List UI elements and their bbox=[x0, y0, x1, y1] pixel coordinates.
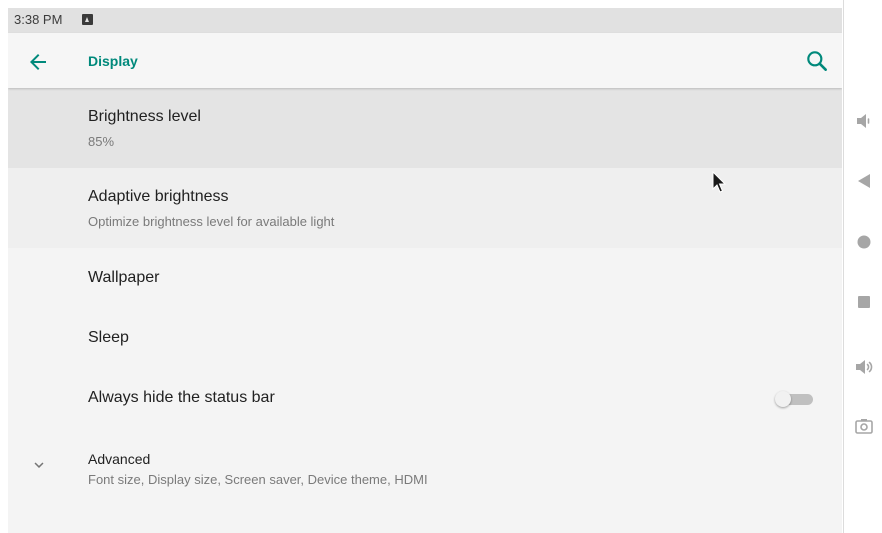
page-title: Display bbox=[88, 53, 138, 69]
volume-up-icon[interactable] bbox=[852, 355, 876, 379]
back-arrow-icon[interactable] bbox=[26, 50, 50, 74]
setting-title: Advanced bbox=[88, 451, 151, 467]
setting-brightness-level[interactable]: Brightness level 85% bbox=[8, 88, 842, 168]
recents-square-icon[interactable] bbox=[852, 290, 876, 314]
chevron-down-icon bbox=[30, 456, 48, 474]
setting-title: Brightness level bbox=[88, 108, 201, 125]
setting-summary: Font size, Display size, Screen saver, D… bbox=[88, 472, 428, 487]
toggle-thumb bbox=[775, 391, 791, 407]
settings-list: Brightness level 85% Adaptive brightness… bbox=[8, 88, 842, 508]
back-triangle-icon[interactable] bbox=[852, 169, 876, 193]
volume-down-icon[interactable] bbox=[852, 109, 876, 133]
setting-title: Adaptive brightness bbox=[88, 188, 229, 205]
setting-title: Sleep bbox=[88, 329, 129, 346]
hide-status-bar-toggle[interactable] bbox=[775, 391, 817, 407]
status-time: 3:38 PM bbox=[14, 12, 63, 27]
search-icon[interactable] bbox=[804, 48, 830, 74]
status-bar: 3:38 PM bbox=[8, 8, 842, 33]
setting-sleep[interactable]: Sleep bbox=[8, 308, 842, 368]
home-circle-icon[interactable] bbox=[852, 230, 876, 254]
setting-advanced[interactable]: Advanced Font size, Display size, Screen… bbox=[8, 428, 842, 508]
mouse-pointer-icon bbox=[712, 170, 728, 195]
device-screen: 3:38 PM Display Brightness level 85% Ada… bbox=[8, 8, 842, 533]
setting-summary: Optimize brightness level for available … bbox=[88, 214, 335, 229]
setting-wallpaper[interactable]: Wallpaper bbox=[8, 248, 842, 308]
setting-title: Always hide the status bar bbox=[88, 389, 275, 406]
setting-hide-status-bar[interactable]: Always hide the status bar bbox=[8, 368, 842, 428]
setting-summary: 85% bbox=[88, 134, 115, 149]
app-bar: Display bbox=[8, 33, 842, 88]
setting-title: Wallpaper bbox=[88, 269, 160, 286]
camera-icon[interactable] bbox=[852, 414, 876, 438]
emulator-side-bar bbox=[843, 0, 882, 533]
notification-icon bbox=[82, 14, 93, 25]
